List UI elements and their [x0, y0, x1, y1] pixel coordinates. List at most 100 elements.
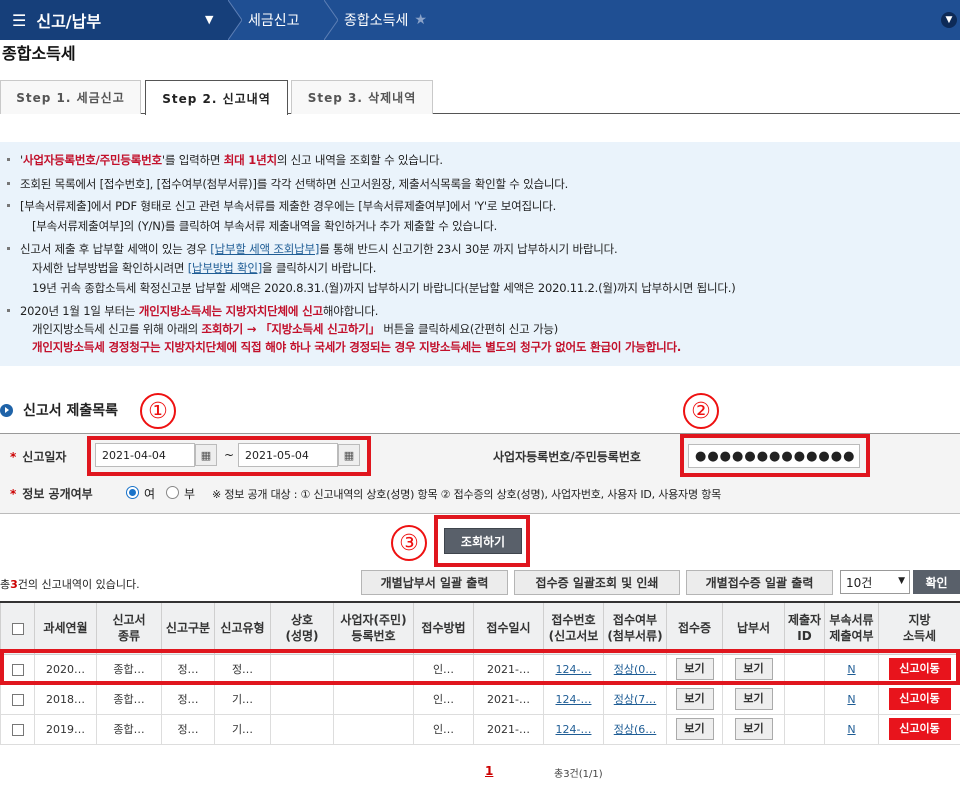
public-yes-label: 여: [144, 487, 156, 501]
column-header: 지방 소득세: [878, 601, 960, 655]
column-header: 접수방법: [413, 601, 474, 655]
notice-line: 자세한 납부방법을 확인하시려면 [납부방법 확인]을 클릭하시기 바랍니다.: [32, 261, 377, 275]
page-title: 종합소득세: [2, 44, 76, 63]
view-receipt-button[interactable]: 보기: [675, 688, 714, 710]
top-nav-bar: ☰ 신고/납부 ▼ 세금신고 종합소득세 ★ ▼: [0, 0, 960, 40]
highlight-box-date: [87, 436, 371, 476]
page-size-select[interactable]: 10건 ▼: [840, 570, 910, 594]
annotation-2: ②: [683, 393, 719, 429]
tab-step2[interactable]: Step 2. 신고내역: [145, 80, 288, 115]
public-label: * 정보 공개여부: [10, 487, 93, 501]
public-no-radio[interactable]: [166, 486, 179, 499]
notice-line: '사업자등록번호/주민등록번호'를 입력하면 최대 1년치의 신고 내역을 조회…: [7, 153, 443, 167]
highlight-box-row: [0, 649, 960, 685]
receipt-number-link[interactable]: 124-…: [543, 683, 604, 715]
print-individual-receipt-button[interactable]: 개별접수증 일괄 출력: [686, 570, 833, 595]
highlight-box-search: [434, 515, 530, 567]
cell-submitter: [784, 683, 825, 715]
attachment-link[interactable]: N: [824, 713, 879, 745]
cell-division: 정…: [161, 713, 215, 745]
bullet-arrow-icon: [0, 403, 13, 417]
chevron-down-icon: ▼: [898, 576, 905, 586]
status-link[interactable]: 정상(7…: [603, 683, 667, 715]
notice-line: [부속서류제출]에서 PDF 형태로 신고 관련 부속서류를 제출한 경우에는 …: [6, 199, 557, 213]
print-payment-button[interactable]: 개별납부서 일괄 출력: [361, 570, 508, 595]
column-header: 과세연월: [34, 601, 97, 655]
confirm-button[interactable]: 확인: [913, 570, 960, 594]
local-tax-go-button[interactable]: 신고이동: [888, 718, 951, 740]
receipt-number-link[interactable]: 124-…: [543, 713, 604, 745]
annotation-3: ③: [391, 525, 427, 561]
breadcrumb-item-tax-filing[interactable]: 세금신고: [248, 0, 300, 40]
cell-type: 종합…: [96, 713, 162, 745]
cell-reg-no: [333, 713, 414, 745]
main-menu-label: 신고/납부: [36, 12, 102, 31]
notice-line: 개인지방소득세 신고를 위해 아래의 조회하기 → 「지방소득세 신고하기」 버…: [32, 322, 559, 336]
header-select-all[interactable]: [0, 601, 35, 655]
print-receipt-button[interactable]: 접수증 일괄조회 및 인쇄: [514, 570, 680, 595]
table-header-row: 과세연월 신고서 종류 신고구분 신고유형 상호 (성명) 사업자(주민) 등록…: [0, 601, 960, 655]
hamburger-icon: ☰: [12, 10, 27, 30]
cell-kind: 기…: [214, 683, 271, 715]
column-header: 신고서 종류: [96, 601, 162, 655]
column-header: 납부서: [722, 601, 785, 655]
row-checkbox[interactable]: [11, 723, 24, 736]
cell-submitter: [784, 713, 825, 745]
tab-step1[interactable]: Step 1. 세금신고: [0, 80, 141, 114]
breadcrumb-separator-icon: [228, 0, 242, 40]
table-row: 2019… 종합… 정… 기… 인… 2021-… 124-… 정상(6… 보기…: [0, 713, 960, 745]
notice-line: 개인지방소득세 경정청구는 지방자치단체에 직접 해야 하나 국세가 경정되는 …: [32, 340, 682, 354]
column-header: 접수증: [666, 601, 723, 655]
notice-line: 신고서 제출 후 납부할 세액이 있는 경우 [납부할 세액 조회납부]를 통해…: [7, 242, 618, 256]
public-yes-radio[interactable]: [126, 486, 139, 499]
main-menu-button[interactable]: ☰ 신고/납부 ▼: [0, 0, 228, 40]
notice-line: 조회된 목록에서 [접수번호], [접수여부(첨부서류)]를 각각 선택하면 신…: [6, 177, 569, 191]
pay-lookup-link[interactable]: [납부할 세액 조회납부]: [210, 242, 319, 256]
section-title: 신고서 제출목록: [0, 400, 118, 420]
public-no-label: 부: [184, 487, 196, 501]
notice-box: '사업자등록번호/주민등록번호'를 입력하면 최대 1년치의 신고 내역을 조회…: [0, 142, 960, 366]
row-checkbox[interactable]: [11, 693, 24, 706]
caret-down-icon: ▼: [205, 13, 214, 26]
select-all-checkbox[interactable]: [11, 622, 24, 635]
cell-name: [270, 683, 334, 715]
pager-info: 총3건(1/1): [554, 769, 603, 780]
step-tabs: Step 1. 세금신고 Step 2. 신고내역 Step 3. 삭제내역: [0, 80, 960, 115]
pay-method-link[interactable]: [납부방법 확인]: [188, 261, 263, 275]
pager-current-page[interactable]: 1: [485, 764, 493, 778]
annotation-1: ①: [140, 393, 176, 429]
breadcrumb-separator-icon: [324, 0, 338, 40]
status-link[interactable]: 정상(6…: [603, 713, 667, 745]
favorite-star-icon[interactable]: ★: [414, 12, 427, 28]
cell-name: [270, 713, 334, 745]
cell-kind: 기…: [214, 713, 271, 745]
tab-step3[interactable]: Step 3. 삭제내역: [291, 80, 433, 114]
view-receipt-button[interactable]: 보기: [675, 718, 714, 740]
public-note: ※ 정보 공개 대상 : ① 신고내역의 상호(성명) 항목 ② 접수증의 상호…: [212, 488, 722, 501]
view-payment-button[interactable]: 보기: [734, 688, 773, 710]
chevron-down-icon[interactable]: ▼: [941, 12, 957, 28]
column-header: 사업자(주민) 등록번호: [333, 601, 414, 655]
breadcrumb-label: 종합소득세: [344, 13, 409, 29]
notice-line: 2020년 1월 1일 부터는 개인지방소득세는 지방자치단체에 신고해야합니다…: [6, 304, 379, 318]
breadcrumb-item-income-tax[interactable]: 종합소득세 ★: [344, 0, 427, 40]
highlight-box-id: [680, 434, 870, 477]
column-header: 상호 (성명): [270, 601, 334, 655]
column-header: 접수번호 (신고서보: [543, 601, 604, 655]
cell-year: 2018…: [34, 683, 97, 715]
cell-date: 2021-…: [473, 713, 544, 745]
date-label: * 신고일자: [10, 450, 67, 464]
column-header: 접수일시: [473, 601, 544, 655]
local-tax-go-button[interactable]: 신고이동: [888, 688, 951, 710]
cell-year: 2019…: [34, 713, 97, 745]
total-count-text: 총3건의 신고내역이 있습니다.: [0, 578, 140, 591]
view-payment-button[interactable]: 보기: [734, 718, 773, 740]
attachment-link[interactable]: N: [824, 683, 879, 715]
cell-division: 정…: [161, 683, 215, 715]
column-header: 신고유형: [214, 601, 271, 655]
cell-method: 인…: [413, 713, 474, 745]
column-header: 신고구분: [161, 601, 215, 655]
cell-date: 2021-…: [473, 683, 544, 715]
notice-line: 19년 귀속 종합소득세 확정신고분 납부할 세액은 2020.8.31.(월)…: [32, 281, 736, 295]
column-header: 제출자 ID: [784, 601, 825, 655]
